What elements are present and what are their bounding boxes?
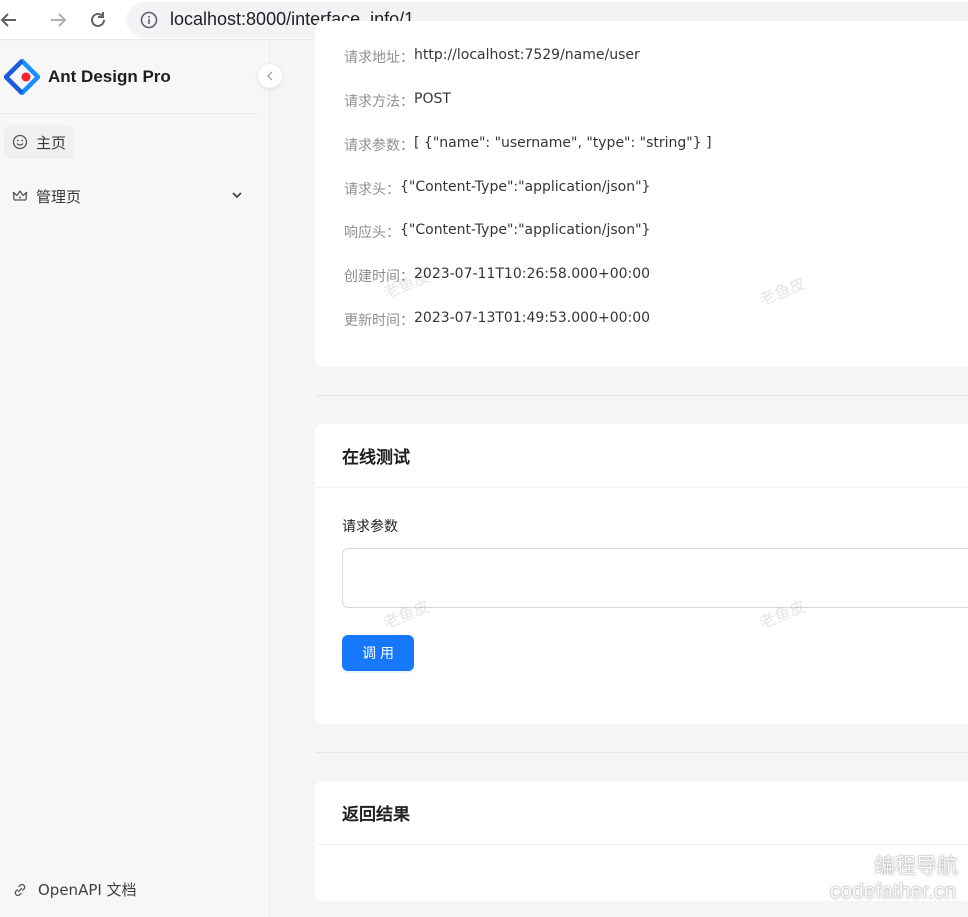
section-divider [315,752,968,753]
description-item: 响应头： {"Content-Type":"application/json"} [344,222,651,241]
openapi-docs-link[interactable]: OpenAPI 文档 [12,879,137,900]
sidebar: Ant Design Pro 主页 管理页 OpenAPI 文档 [0,41,282,917]
card-title: 返回结果 [315,781,968,845]
request-params-label: 请求参数 [342,519,398,535]
description-item: 请求地址： http://localhost:7529/name/user [344,47,640,66]
menu-item-admin[interactable]: 管理页 [4,179,244,213]
back-button[interactable] [0,0,18,40]
menu-item-label: 主页 [36,133,67,152]
description-item: 更新时间： 2023-07-13T01:49:53.000+00:00 [344,310,651,329]
reload-button[interactable] [78,0,118,40]
arrow-left-icon [0,12,16,27]
description-item: 创建时间： 2023-07-11T10:26:58.000+00:00 [344,266,651,285]
online-test-card: 在线测试 请求参数 调用 [315,424,968,724]
card-title: 在线测试 [315,424,968,488]
corner-watermark-cn: 编程导航 [874,855,958,878]
invoke-button[interactable]: 调用 [342,635,414,671]
crown-icon [12,190,28,201]
site-info-icon[interactable] [140,11,158,29]
description-item: 请求方法： POST [344,91,451,110]
openapi-docs-label: OpenAPI 文档 [38,881,137,899]
corner-watermark-en: codefather.cn [829,880,956,903]
section-divider [315,395,968,396]
menu-item-label: 管理页 [36,187,82,206]
description-item: 请求参数：[ {"name": "username", "type": "str… [344,135,712,154]
request-params-input[interactable] [342,548,968,608]
menu-item-home[interactable]: 主页 [4,125,75,159]
logo-divider [0,113,260,114]
forward-button[interactable] [38,0,78,40]
logo-text: Ant Design Pro [48,67,171,86]
reload-icon [91,11,105,27]
smile-icon [12,134,28,150]
description-item: 请求头： {"Content-Type":"application/json"} [344,179,651,198]
ant-design-logo-icon [4,59,40,95]
interface-info-card: 请求地址： http://localhost:7529/name/user 请求方… [315,21,968,367]
arrow-right-icon [51,12,67,27]
link-icon [14,883,26,896]
logo[interactable]: Ant Design Pro [4,58,171,96]
chevron-down-icon [232,192,242,199]
main-content: 请求地址： http://localhost:7529/name/user 请求方… [270,21,968,917]
